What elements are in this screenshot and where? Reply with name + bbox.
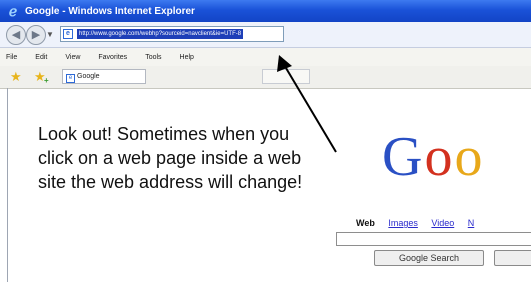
arrow-head <box>277 55 292 72</box>
arrow-line <box>282 62 337 153</box>
callout-arrow <box>277 55 337 153</box>
